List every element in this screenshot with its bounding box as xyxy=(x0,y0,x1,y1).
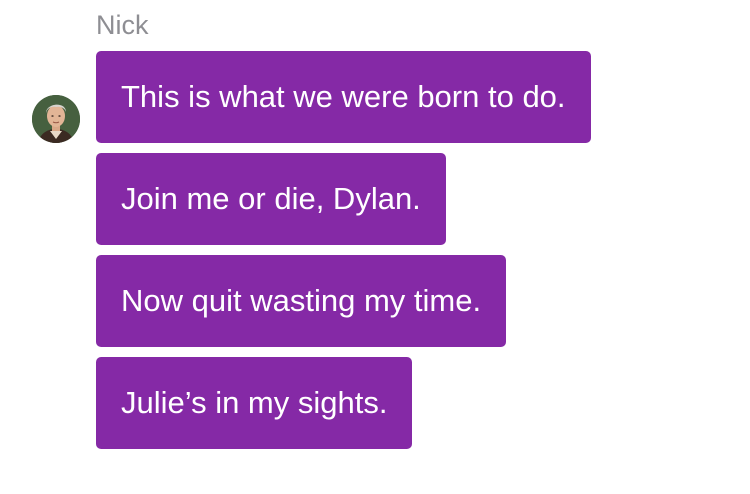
message-bubble[interactable]: Now quit wasting my time. xyxy=(96,255,507,347)
person-avatar-icon[interactable] xyxy=(32,95,80,143)
message-bubble[interactable]: This is what we were born to do. xyxy=(96,51,591,143)
message-list: This is what we were born to do. Join me… xyxy=(96,51,591,449)
message-bubble[interactable]: Julie’s in my sights. xyxy=(96,357,413,449)
message-bubble[interactable]: Join me or die, Dylan. xyxy=(96,153,446,245)
sender-name: Nick xyxy=(96,10,149,40)
